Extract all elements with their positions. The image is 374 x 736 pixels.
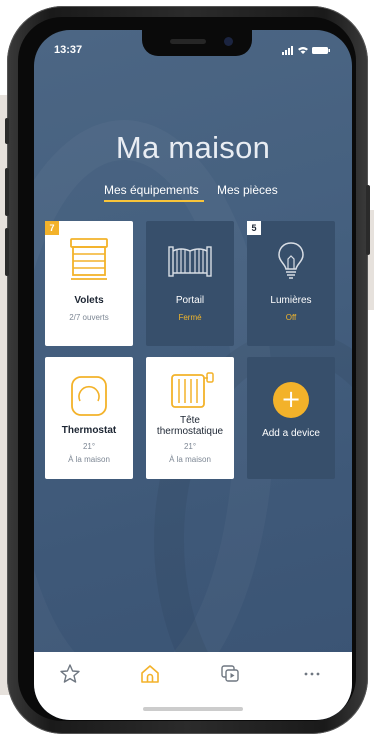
phone-notch xyxy=(142,30,252,56)
scenes-icon[interactable] xyxy=(218,662,242,686)
volume-up-button xyxy=(5,168,9,216)
lightbulb-icon xyxy=(278,242,304,279)
device-tile-thermostat[interactable]: Thermostat 21° À la maison xyxy=(45,357,133,479)
tab-mes-pieces[interactable]: Mes pièces xyxy=(217,183,278,197)
mute-switch xyxy=(5,118,9,144)
wifi-icon xyxy=(298,47,308,54)
battery-icon xyxy=(312,47,328,54)
active-tab-indicator xyxy=(104,200,204,202)
status-icons xyxy=(282,46,330,55)
app-screen: 13:37 Ma maison Mes équipements Mes pièc… xyxy=(34,30,352,720)
tile-title: Portail xyxy=(175,295,205,306)
device-tile-volets[interactable]: 7 Volets 2/7 ouverts xyxy=(45,221,133,346)
star-icon[interactable] xyxy=(58,662,82,686)
more-icon[interactable] xyxy=(300,662,324,686)
radiator-icon xyxy=(171,372,214,408)
tile-status: À la maison xyxy=(169,455,211,464)
device-tile-lumieres[interactable]: 5 Lumières Off xyxy=(247,221,335,346)
device-tile-portail[interactable]: Portail Fermé xyxy=(146,221,234,346)
tile-title: Volets xyxy=(74,295,104,306)
tile-title: Add a device xyxy=(262,428,320,439)
tile-temperature: 21° xyxy=(82,442,96,451)
tile-temperature: 21° xyxy=(183,442,197,451)
tile-status: 2/7 ouverts xyxy=(69,313,109,322)
tile-title: Thermostat xyxy=(61,425,117,436)
tile-title: Tête thermostatique xyxy=(156,415,224,437)
signal-icon xyxy=(282,52,284,55)
device-tile-tete-thermostatique[interactable]: Tête thermostatique 21° À la maison xyxy=(146,357,234,479)
signal-icon xyxy=(285,50,287,55)
bottom-navigation xyxy=(34,652,352,720)
home-indicator[interactable] xyxy=(143,707,243,711)
tile-status: Fermé xyxy=(178,313,202,322)
front-camera xyxy=(224,37,233,46)
tile-status: À la maison xyxy=(68,455,110,464)
home-icon[interactable] xyxy=(138,662,162,686)
shutter-icon xyxy=(70,238,108,280)
status-time: 13:37 xyxy=(54,44,83,56)
page-title: Ma maison xyxy=(115,130,271,165)
gate-icon xyxy=(168,246,212,277)
signal-icon xyxy=(291,46,293,55)
count-badge: 7 xyxy=(45,221,59,235)
plus-icon: + xyxy=(273,382,309,418)
thermostat-icon xyxy=(71,376,107,416)
volume-down-button xyxy=(5,228,9,276)
power-button xyxy=(366,185,370,255)
signal-icon xyxy=(288,48,290,55)
tile-status: Off xyxy=(285,313,297,322)
tab-mes-equipements[interactable]: Mes équipements xyxy=(104,183,199,197)
tile-title: Lumières xyxy=(270,295,312,306)
battery-tip-icon xyxy=(328,49,330,52)
count-badge: 5 xyxy=(247,221,261,235)
add-device-button[interactable]: + Add a device xyxy=(247,357,335,479)
speaker-grille xyxy=(170,39,206,44)
